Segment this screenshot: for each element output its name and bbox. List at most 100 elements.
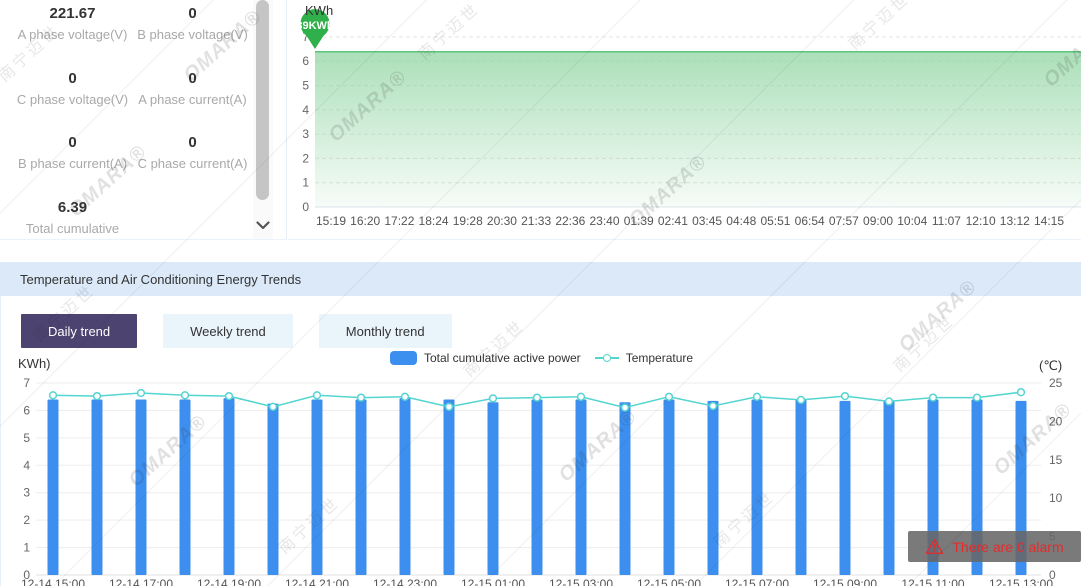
x-axis-label: 14:15: [1034, 214, 1064, 228]
y-axis-label: 5: [23, 431, 30, 445]
right-axis-label: 15: [1049, 453, 1063, 467]
warning-triangle-icon: [925, 538, 944, 555]
stat-cell: 0C phase voltage(V): [10, 69, 135, 108]
x-axis-label: 12-14 17:00: [109, 577, 173, 586]
bar: [752, 399, 763, 575]
temperature-marker: [358, 394, 365, 401]
x-axis-label: 12-15 09:00: [813, 577, 877, 586]
x-axis-label: 12-15 05:00: [637, 577, 701, 586]
right-axis-label: 25: [1049, 376, 1063, 390]
x-axis-label: 12-14 15:00: [21, 577, 85, 586]
x-axis-label: 15:19: [316, 214, 346, 228]
bar: [444, 399, 455, 575]
y-axis-label: 6: [302, 54, 309, 68]
tab-daily-trend[interactable]: Daily trend: [21, 314, 137, 348]
x-axis-label: 12:10: [966, 214, 996, 228]
cumulative-power-chart-card: KWh 0123456715:1916:2017:2218:2419:2820:…: [288, 0, 1081, 240]
right-axis-label: 20: [1049, 414, 1063, 428]
marker-pin-label: 39KWh: [296, 20, 334, 32]
x-axis-label: 05:51: [760, 214, 790, 228]
y-axis-label: 1: [23, 541, 30, 555]
y-axis-label: 2: [23, 513, 30, 527]
legend-item-power[interactable]: Total cumulative active power: [390, 351, 581, 365]
bar: [884, 401, 895, 575]
top-chart-unit-label: KWh: [305, 3, 333, 18]
x-axis-label: 12-15 13:00: [989, 577, 1053, 586]
legend-item-temperature[interactable]: Temperature: [595, 351, 693, 365]
stat-cell: 0 B phase current(A): [10, 133, 135, 172]
x-axis-label: 12-14 19:00: [197, 577, 261, 586]
stat-label: C phase current(A): [130, 156, 255, 172]
temperature-marker: [490, 395, 497, 402]
bar: [92, 399, 103, 575]
y-axis-label: 0: [302, 200, 309, 214]
y-axis-label: 5: [302, 79, 309, 93]
x-axis-label: 11:07: [932, 214, 961, 228]
tab-monthly-trend[interactable]: Monthly trend: [319, 314, 452, 348]
bar: [664, 399, 675, 575]
trend-section-header: Temperature and Air Conditioning Energy …: [0, 262, 1081, 296]
bar: [840, 401, 851, 575]
scrollbar-thumb[interactable]: [256, 0, 269, 200]
x-axis-label: 07:57: [829, 214, 859, 228]
y-axis-label: 1: [302, 176, 309, 190]
y-axis-label: 4: [23, 458, 30, 472]
temperature-marker: [578, 393, 585, 400]
stat-cell: 0C phase current(A): [130, 133, 255, 172]
x-axis-label: 10:04: [897, 214, 927, 228]
alarm-text: There are 0 alarm: [952, 539, 1063, 555]
temperature-marker: [94, 393, 101, 400]
alarm-badge[interactable]: There are 0 alarm: [908, 531, 1081, 562]
bar: [136, 399, 147, 575]
temperature-marker: [974, 394, 981, 401]
stat-cell: 6.39Total cumulative active power(KWh): [10, 198, 135, 241]
x-axis-label: 19:28: [453, 214, 483, 228]
x-axis-label: 16:20: [350, 214, 380, 228]
legend-line-dot: [603, 354, 611, 362]
y-axis-label: 4: [302, 103, 309, 117]
stat-value: 221.67: [10, 4, 135, 24]
x-axis-label: 12-15 03:00: [549, 577, 613, 586]
temperature-marker: [534, 394, 541, 401]
right-axis-label: 10: [1049, 491, 1063, 505]
bar: [576, 399, 587, 575]
stats-scrollbar[interactable]: [253, 0, 273, 240]
y-axis-label: 6: [23, 403, 30, 417]
stat-value: 0: [10, 69, 135, 89]
temperature-marker: [710, 403, 717, 410]
chevron-down-icon[interactable]: [253, 212, 273, 238]
bar: [48, 399, 59, 575]
cumulative-power-area-chart[interactable]: 0123456715:1916:2017:2218:2419:2820:3021…: [288, 0, 1081, 238]
legend-label: Temperature: [626, 351, 693, 365]
bar: [532, 399, 543, 575]
area-fill: [315, 52, 1081, 207]
temperature-marker: [666, 393, 673, 400]
x-axis-label: 12-14 21:00: [285, 577, 349, 586]
temperature-marker: [314, 392, 321, 399]
y-axis-label: 2: [302, 151, 309, 165]
bar: [224, 398, 235, 575]
temperature-marker: [138, 390, 145, 397]
bar: [620, 402, 631, 575]
stat-label: A phase current(A): [130, 92, 255, 108]
tab-weekly-trend[interactable]: Weekly trend: [163, 314, 293, 348]
x-axis-label: 02:41: [658, 214, 688, 228]
x-axis-label: 01:39: [624, 214, 654, 228]
x-axis-label: 12-15 07:00: [725, 577, 789, 586]
x-axis-label: 17:22: [384, 214, 414, 228]
stat-value: 0: [10, 133, 135, 153]
stat-label: B phase current(A): [10, 156, 135, 172]
bar: [356, 399, 367, 575]
x-axis-label: 18:24: [419, 214, 449, 228]
stat-cell: 0A phase current(A): [130, 69, 255, 108]
bar: [708, 401, 719, 575]
legend-line-swatch: [595, 357, 619, 359]
temperature-marker: [1018, 389, 1025, 396]
temperature-marker: [798, 397, 805, 404]
temperature-marker: [226, 393, 233, 400]
temperature-marker: [754, 393, 761, 400]
chart-legend: Total cumulative active power Temperature: [1, 349, 1081, 367]
temperature-marker: [50, 392, 57, 399]
x-axis-label: 09:00: [863, 214, 893, 228]
trend-tabs: Daily trend Weekly trend Monthly trend: [21, 314, 452, 348]
